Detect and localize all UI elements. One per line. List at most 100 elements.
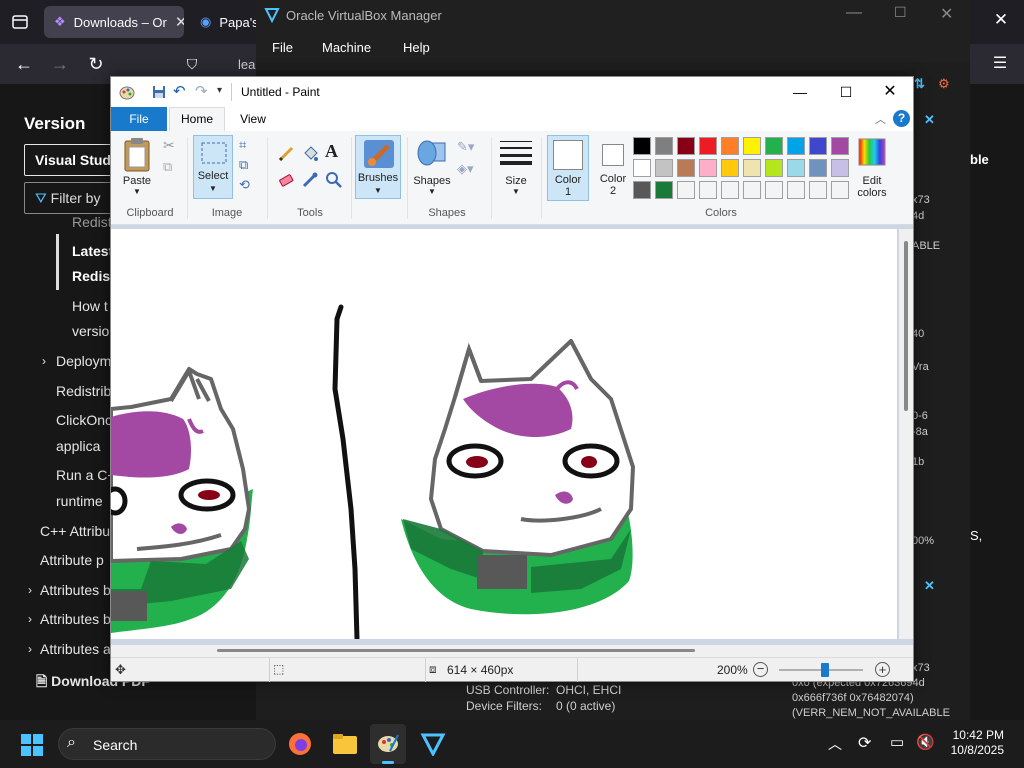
nav-item-runac-line2[interactable]: runtime [56,493,103,509]
nav-item-deployment[interactable]: Deploym [56,353,111,369]
paint-taskbar-button[interactable] [370,724,406,764]
chevron-right-icon[interactable]: › [28,642,32,656]
undo-icon[interactable]: ↶ [173,82,186,100]
nav-item-latest-line2[interactable]: Redist [72,268,115,284]
vbox-menu-file[interactable]: File [272,40,293,55]
edit-colors-icon[interactable] [855,137,889,167]
chevron-right-icon[interactable]: › [28,583,32,597]
cut-icon[interactable]: ✂ [163,137,175,154]
tab-home[interactable]: Home [169,107,225,132]
resize-icon[interactable]: ⧉ [239,157,248,173]
palette-swatch[interactable] [677,137,695,155]
reload-icon[interactable]: ↻ [84,52,108,76]
tracking-shield-icon[interactable]: ⛉ [180,52,204,76]
close-icon[interactable]: ✕ [867,77,913,107]
browser-tab-downloads[interactable]: ❖ Downloads – Or ✕ [44,6,184,38]
crop-icon[interactable]: ⌗ [239,137,246,153]
file-explorer-icon[interactable] [332,732,358,756]
paint-app-icon[interactable] [119,84,135,100]
chevron-right-icon[interactable]: › [42,354,46,368]
back-arrow-icon[interactable]: ← [12,52,36,76]
palette-swatch[interactable] [809,137,827,155]
browser-menu-icon[interactable]: ☰ [988,52,1012,76]
close-notice-icon[interactable]: ✕ [924,112,935,128]
color2-button[interactable]: Color 2 [593,135,633,201]
virtualbox-taskbar-icon[interactable] [420,732,446,758]
palette-swatch[interactable] [743,181,761,199]
palette-swatch[interactable] [655,181,673,199]
chevron-down-icon[interactable]: ▼ [129,187,145,196]
collapse-ribbon-icon[interactable]: ︿ [875,111,886,127]
nav-item-redist-partial[interactable]: Redist [72,214,112,230]
palette-swatch[interactable] [677,159,695,177]
outline-icon[interactable]: ✎▾ [457,139,474,155]
nav-item-runac-line1[interactable]: Run a C+ [56,467,116,483]
chevron-down-icon[interactable]: ▼ [509,187,523,196]
tab-overview-icon[interactable] [10,12,30,32]
nav-item-attributes-a[interactable]: Attributes a [40,641,111,657]
text-tool-icon[interactable]: A [325,141,338,162]
drawing-canvas[interactable] [111,229,897,639]
size-button[interactable]: Size [497,175,535,187]
help-icon[interactable]: ? [893,110,910,127]
palette-swatch[interactable] [655,137,673,155]
tab-view[interactable]: View [233,107,273,131]
palette-swatch[interactable] [721,137,739,155]
palette-swatch[interactable] [765,181,783,199]
palette-swatch[interactable] [809,159,827,177]
fill-bucket-icon[interactable] [301,145,319,163]
close-tab-icon[interactable]: ✕ [175,13,184,31]
palette-swatch[interactable] [765,159,783,177]
palette-swatch[interactable] [743,137,761,155]
clock[interactable]: 10:42 PM 10/8/2025 [951,728,1004,758]
zoom-out-icon[interactable]: − [753,662,768,677]
nav-item-attribute-programming[interactable]: Attribute p [40,552,104,568]
palette-swatch[interactable] [831,181,849,199]
palette-swatch[interactable] [831,137,849,155]
palette-swatch[interactable] [633,181,651,199]
nav-item-howto-line1[interactable]: How t [72,298,108,314]
nav-item-clickonce-line2[interactable]: applica [56,438,100,454]
nav-item-howto-line2[interactable]: versio [72,323,109,339]
nav-item-latest-line1[interactable]: Latest [72,243,113,259]
maximize-icon[interactable]: ☐ [894,4,907,21]
color-picker-icon[interactable] [301,171,319,189]
minimize-icon[interactable]: — [846,4,862,22]
fill-icon[interactable]: ◈▾ [457,161,474,177]
vbox-tools-icon[interactable]: ⇅ [914,76,934,94]
vbox-menu-machine[interactable]: Machine [322,40,371,55]
palette-swatch[interactable] [699,181,717,199]
chevron-down-icon[interactable]: ▼ [425,187,439,196]
shapes-gallery-icon[interactable] [415,137,447,167]
browser-tab-papas[interactable]: ◉ Papa's [190,6,260,38]
zoom-in-icon[interactable]: + [875,662,890,677]
palette-swatch[interactable] [721,159,739,177]
nav-item-attributes-by-1[interactable]: Attributes b [40,582,111,598]
edit-colors-label-b[interactable]: colors [851,187,893,199]
zoom-slider-thumb[interactable] [821,663,829,677]
taskbar-search[interactable]: ⌕ Search [58,728,276,760]
windows-start-icon[interactable] [20,733,44,757]
palette-swatch[interactable] [787,137,805,155]
chevron-up-icon[interactable]: ︿ [828,734,842,754]
browser-close-icon[interactable]: ✕ [990,10,1012,32]
horizontal-scrollbar[interactable] [111,645,913,657]
palette-swatch[interactable] [699,159,717,177]
volume-muted-icon[interactable]: 🔇 [916,733,935,751]
vertical-scrollbar[interactable] [899,229,913,639]
brushes-button[interactable]: Brushes ▼ [355,135,401,199]
palette-swatch[interactable] [633,159,651,177]
nav-item-clickonce-line1[interactable]: ClickOnc [56,412,112,428]
eraser-icon[interactable] [277,171,295,189]
pencil-icon[interactable] [277,145,295,163]
display-icon[interactable]: ▭ [890,733,904,751]
palette-swatch[interactable] [765,137,783,155]
palette-swatch[interactable] [677,181,695,199]
palette-swatch[interactable] [787,181,805,199]
select-button[interactable]: Select ▼ [193,135,233,199]
close-icon[interactable]: ✕ [940,4,953,24]
clipboard-icon[interactable] [121,135,153,175]
rotate-icon[interactable]: ⟲ [239,177,250,193]
redo-icon[interactable]: ↷ [195,82,208,100]
tab-file[interactable]: File [111,107,167,131]
